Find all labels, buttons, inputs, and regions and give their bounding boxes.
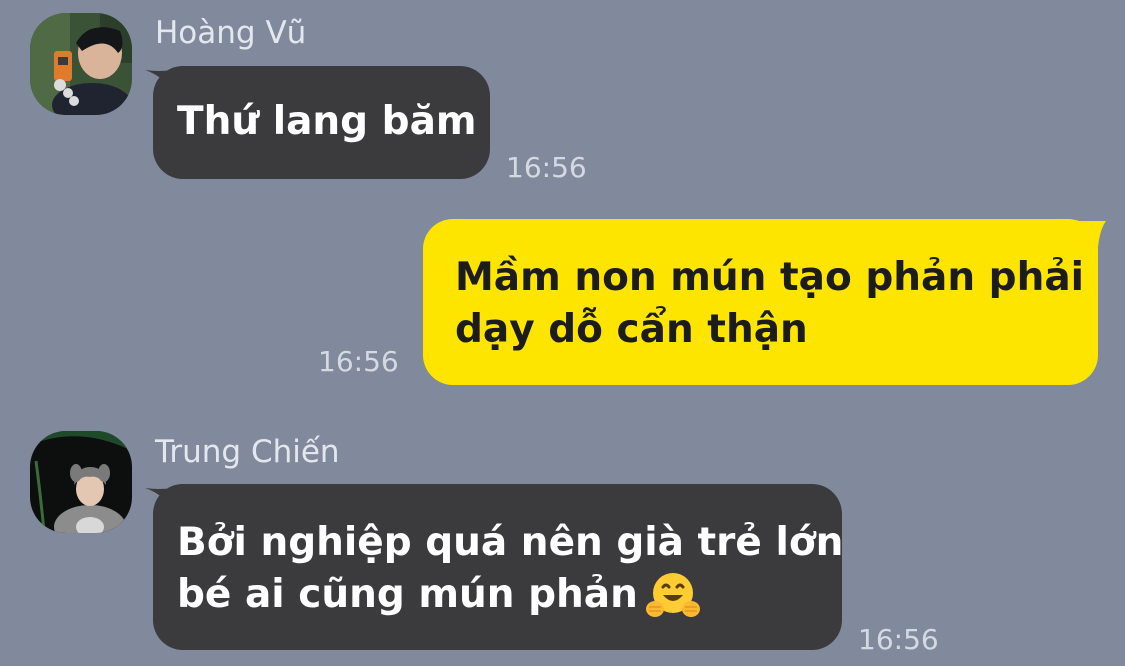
message-bubble-outgoing[interactable]: Mầm non mún tạo phản phải dạy dỗ cẩn thậ… [423, 219, 1098, 385]
avatar-photo [30, 431, 132, 533]
message-time: 16:56 [318, 345, 399, 378]
message-text-line-1: Bởi nghiệp quá nên già trẻ lớn [177, 520, 844, 565]
message-text-line-1: Mầm non mún tạo phản phải [455, 255, 1085, 300]
message-text-line-2: dạy dỗ cẩn thận [455, 307, 808, 352]
sender-name: Trung Chiến [155, 434, 340, 470]
message-text-line-2: bé ai cũng mún phản [177, 569, 818, 621]
message-text: Thứ lang băm [177, 99, 477, 144]
avatar-hoang-vu[interactable] [30, 13, 132, 115]
message-bubble[interactable]: Thứ lang băm [153, 66, 490, 179]
message-time: 16:56 [858, 623, 939, 656]
avatar-photo [30, 13, 132, 115]
sender-name: Hoàng Vũ [155, 15, 307, 51]
message-bubble[interactable]: Bởi nghiệp quá nên già trẻ lớn bé ai cũn… [153, 484, 844, 650]
avatar-trung-chien[interactable] [30, 431, 132, 533]
hugging-face-emoji [644, 569, 702, 621]
message-time: 16:56 [506, 151, 587, 184]
